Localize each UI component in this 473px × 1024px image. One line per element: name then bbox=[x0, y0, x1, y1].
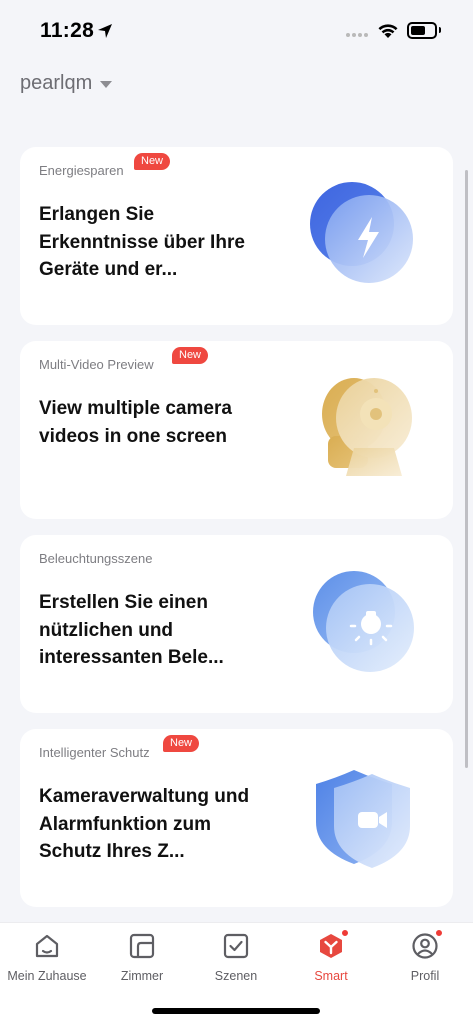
card-label: Multi-Video Preview bbox=[39, 357, 154, 372]
cellular-signal-icon bbox=[346, 33, 368, 37]
status-bar: 11:28 bbox=[0, 0, 473, 60]
tab-profil[interactable]: Profil bbox=[378, 929, 472, 993]
card-title: Erlangen Sie Erkenntnisse über Ihre Gerä… bbox=[39, 204, 245, 280]
profile-icon bbox=[410, 929, 443, 961]
tab-zimmer[interactable]: Zimmer bbox=[95, 931, 189, 993]
tab-smart[interactable]: Smart bbox=[284, 929, 378, 993]
new-badge: New bbox=[172, 347, 209, 364]
lightning-bolt-icon bbox=[310, 182, 413, 283]
notification-dot bbox=[435, 929, 443, 937]
tab-szenen[interactable]: Szenen bbox=[189, 931, 283, 993]
tab-label: Szenen bbox=[214, 969, 258, 983]
card-title: View multiple camera videos in one scree… bbox=[39, 398, 232, 447]
chevron-down-icon bbox=[100, 81, 113, 88]
card-label: Beleuchtungsszene bbox=[39, 551, 153, 566]
card-title: Erstellen Sie einen nützlichen und inter… bbox=[39, 592, 224, 668]
tab-label: Mein Zuhause bbox=[7, 969, 87, 983]
tab-mein-zuhause[interactable]: Mein Zuhause bbox=[0, 931, 94, 993]
location-arrow-icon bbox=[98, 24, 112, 38]
scrollbar[interactable] bbox=[465, 170, 468, 768]
checkbox-icon bbox=[223, 933, 249, 959]
house-icon bbox=[35, 934, 59, 958]
card-lighting-scene[interactable]: Beleuchtungsszene Erstellen Sie einen nü… bbox=[20, 535, 453, 713]
tab-label: Profil bbox=[410, 969, 440, 983]
card-label: Energiesparen bbox=[39, 163, 124, 178]
home-indicator bbox=[152, 1008, 320, 1014]
new-badge: New bbox=[163, 735, 200, 752]
home-name: pearlqm bbox=[20, 72, 93, 94]
card-multi-video-preview[interactable]: Multi-Video Preview New View multiple ca… bbox=[20, 341, 453, 519]
card-title: Kameraverwaltung und Alarmfunktion zum S… bbox=[39, 786, 250, 862]
room-icon bbox=[129, 933, 155, 959]
card-energy-saving[interactable]: Energiesparen New Erlangen Sie Erkenntni… bbox=[20, 147, 453, 325]
smart-cube-icon bbox=[316, 929, 349, 961]
wifi-icon bbox=[378, 24, 398, 38]
home-selector[interactable]: pearlqm bbox=[20, 72, 113, 95]
battery-icon bbox=[407, 22, 437, 39]
light-bulb-icon bbox=[313, 571, 414, 672]
tab-label: Zimmer bbox=[120, 969, 164, 983]
tab-label: Smart bbox=[314, 969, 348, 983]
new-badge: New bbox=[134, 153, 171, 170]
notification-dot bbox=[341, 929, 349, 937]
camera-icon bbox=[322, 378, 412, 476]
shield-video-icon bbox=[316, 770, 410, 868]
status-time: 11:28 bbox=[40, 19, 95, 42]
card-intelligent-protection[interactable]: Intelligenter Schutz New Kameraverwaltun… bbox=[20, 729, 453, 907]
card-label: Intelligenter Schutz bbox=[39, 745, 150, 760]
